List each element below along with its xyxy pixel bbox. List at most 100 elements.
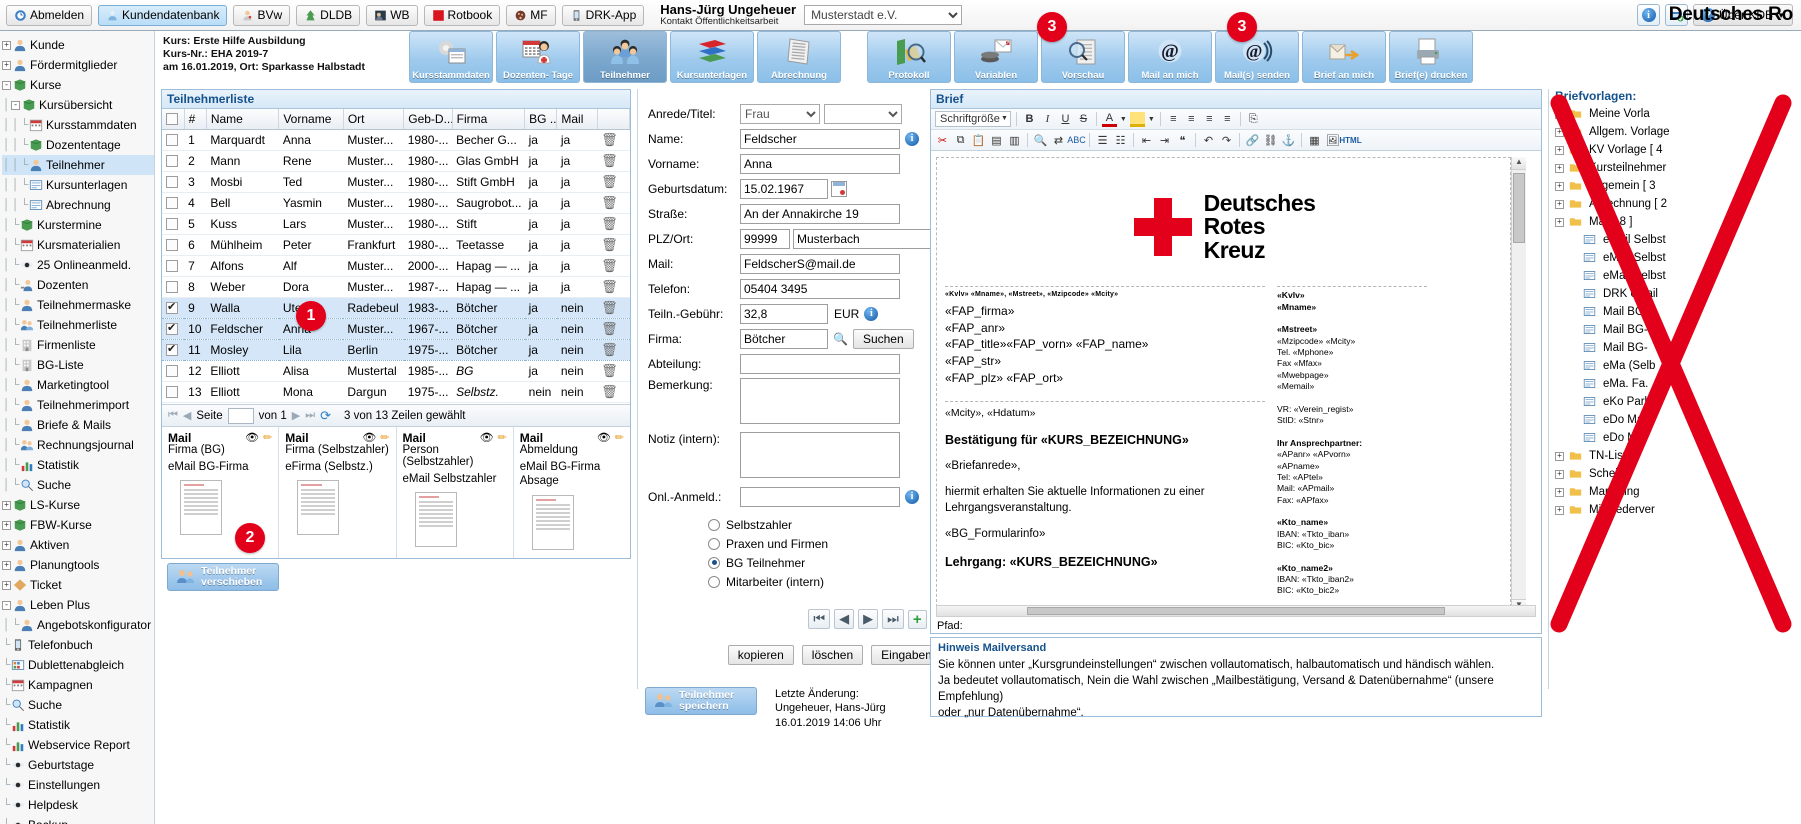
copy-button[interactable]: kopieren — [727, 645, 794, 665]
ribbon-button-variablen[interactable]: Variablen — [954, 31, 1038, 83]
title-select[interactable] — [824, 103, 902, 124]
indent-increase-icon[interactable]: ⇥ — [1157, 133, 1172, 148]
row-delete[interactable]: 🗑 — [597, 192, 630, 214]
ribbon-button-kursunterlagen[interactable]: Kursunterlagen — [670, 31, 754, 83]
table-icon[interactable]: ▦ — [1307, 133, 1322, 148]
sidebar-item-kursunterlagen[interactable]: │ │ └ Kursunterlagen — [2, 175, 154, 195]
sidebar-item-kursübersicht[interactable]: │ - Kursübersicht — [2, 95, 154, 115]
sidebar-item-fördermitglieder[interactable]: + Fördermitglieder — [2, 55, 154, 75]
preview-eye-icon[interactable]: 👁 — [597, 431, 611, 444]
delete-row-icon[interactable]: 🗑 — [601, 321, 618, 336]
zip-input[interactable] — [740, 228, 790, 249]
table-row[interactable]: 11MosleyLilaBerlin1975-...Bötcherjanein🗑 — [162, 339, 630, 361]
sidebar-item-kampagnen[interactable]: └ Kampagnen — [2, 675, 154, 695]
row-checkbox[interactable] — [166, 133, 178, 146]
info-icon[interactable]: i — [905, 131, 919, 146]
app-tab-dldb[interactable]: DLDB — [296, 4, 361, 26]
sidebar-item-dublettenabgleich[interactable]: └ Dublettenabgleich — [2, 655, 154, 675]
ribbon-button-brief-an-mich[interactable]: Brief an mich — [1302, 31, 1386, 83]
expand-icon[interactable]: + — [1555, 181, 1564, 191]
delete-row-icon[interactable]: 🗑 — [601, 153, 618, 168]
template-item-21[interactable]: + Marketing — [1555, 483, 1798, 501]
delete-row-icon[interactable]: 🗑 — [601, 363, 618, 378]
participants-body[interactable]: 1 Marquardt Anna Muster... 1980-... Becher G.… — [162, 129, 630, 403]
template-item-9[interactable]: eMail Selbst — [1555, 267, 1798, 285]
info-button[interactable]: i — [1637, 4, 1661, 26]
table-row[interactable]: 4 Bell Yasmin Muster... 1980-... Saugrobot...… — [162, 192, 630, 214]
radio-button[interactable] — [708, 518, 720, 531]
table-row[interactable]: 1 Marquardt Anna Muster... 1980-... Becher G.… — [162, 129, 630, 151]
row-checkbox[interactable] — [166, 259, 178, 272]
align-center-icon[interactable]: ≡ — [1184, 112, 1199, 127]
row-delete[interactable]: 🗑 — [597, 129, 630, 151]
ribbon-button-kursstammdaten[interactable]: Kursstammdaten — [409, 31, 493, 83]
sidebar-item-kurse[interactable]: - Kurse — [2, 75, 154, 95]
row-checkbox[interactable] — [166, 364, 178, 377]
first-page-icon[interactable]: ⏮ — [168, 409, 178, 422]
ribbon-button-protokoll[interactable]: Protokoll — [867, 31, 951, 83]
sidebar-item-statistik[interactable]: └ Statistik — [2, 715, 154, 735]
row-checkbox[interactable] — [166, 217, 178, 230]
table-row[interactable]: 10FeldscherAnnaMuster...1967-...Bötcherj… — [162, 318, 630, 340]
move-participant-button[interactable]: Teilnehmer verschieben — [167, 563, 279, 591]
expand-icon[interactable]: + — [2, 40, 11, 50]
expand-icon[interactable]: + — [2, 60, 11, 70]
template-item-2[interactable]: + KV Vorlage [ 4 — [1555, 141, 1798, 159]
collapse-icon[interactable]: - — [2, 80, 11, 90]
template-item-5[interactable]: + Abrechnung [ 2 — [1555, 195, 1798, 213]
preview-eye-icon[interactable]: 👁 — [245, 431, 259, 444]
mail-card-thumbnail[interactable] — [531, 494, 574, 550]
page-break-icon[interactable]: ⎘ — [1246, 112, 1261, 127]
ribbon-button-teilnehmer[interactable]: Teilnehmer — [583, 31, 667, 83]
mail-card-1[interactable]: Mail 👁 ✏ Firma (Selbstzahler) eFirma (Selbst… — [279, 427, 397, 558]
table-row[interactable]: 5 Kuss Lars Muster... 1980-... Stift ja ja 🗑 — [162, 213, 630, 235]
paste-text-icon[interactable]: ▥ — [1007, 133, 1022, 148]
notiz-intern-textarea[interactable] — [740, 432, 900, 478]
company-input[interactable] — [740, 328, 828, 349]
row-checkbox-cell[interactable] — [162, 192, 185, 214]
row-checkbox[interactable] — [166, 342, 178, 356]
nav-last-icon[interactable]: ⏭ — [882, 609, 904, 629]
select-all-checkbox[interactable] — [166, 112, 178, 125]
template-item-18[interactable]: eDo Mai — [1555, 429, 1798, 447]
last-page-icon[interactable]: ⏭ — [305, 409, 315, 422]
template-item-7[interactable]: eMail Selbst — [1555, 231, 1798, 249]
delete-row-icon[interactable]: 🗑 — [601, 237, 618, 252]
delete-row-icon[interactable]: 🗑 — [601, 342, 618, 357]
html-source-icon[interactable]: HTML — [1339, 133, 1361, 148]
replace-icon[interactable]: ⇄ — [1051, 133, 1066, 148]
row-checkbox[interactable] — [166, 280, 178, 293]
delete-row-icon[interactable]: 🗑 — [601, 132, 618, 147]
template-item-1[interactable]: + Allgem. Vorlage — [1555, 123, 1798, 141]
table-row[interactable]: 2 Mann Rene Muster... 1980-... Glas GmbH ja ja 🗑 — [162, 150, 630, 172]
template-item-4[interactable]: + Allgemein [ 3 — [1555, 177, 1798, 195]
mail-template-cards[interactable]: Mail 👁 ✏ Firma (BG) eMail BG-Firma Mail 👁 ✏ Firm… — [162, 426, 630, 558]
letter-vertical-scrollbar[interactable]: ▲ ▼ — [1511, 157, 1526, 612]
app-tab-wb[interactable]: WB — [366, 4, 418, 26]
row-checkbox[interactable] — [166, 196, 178, 209]
row-delete[interactable]: 🗑 — [597, 276, 630, 298]
cut-icon[interactable]: ✂ — [935, 133, 950, 148]
radio-button[interactable] — [708, 556, 720, 569]
sidebar-item-ticket[interactable]: + Ticket — [2, 575, 154, 595]
sidebar-item-planungtools[interactable]: + Planungtools — [2, 555, 154, 575]
delete-row-icon[interactable]: 🗑 — [601, 258, 618, 273]
bold-icon[interactable]: B — [1022, 112, 1037, 127]
delete-row-icon[interactable]: 🗑 — [601, 216, 618, 231]
expand-icon[interactable]: + — [1555, 163, 1564, 173]
row-delete[interactable]: 🗑 — [597, 339, 630, 361]
delete-button[interactable]: löschen — [801, 645, 864, 665]
participants-pager[interactable]: ⏮ ◀ Seite von 1 ▶ ⏭ ⟳ 3 von 13 Zeilen ge… — [162, 404, 630, 426]
template-item-17[interactable]: eDo Mai — [1555, 411, 1798, 429]
mail-card-thumbnail[interactable] — [414, 492, 457, 548]
row-checkbox-cell[interactable] — [162, 213, 185, 235]
spellcheck-icon[interactable]: ABC — [1067, 133, 1086, 148]
template-item-8[interactable]: eMail Selbst — [1555, 249, 1798, 267]
row-checkbox-cell[interactable] — [162, 381, 185, 403]
row-checkbox-cell[interactable] — [162, 276, 185, 298]
sidebar-item-fbw-kurse[interactable]: + FBW-Kurse — [2, 515, 154, 535]
row-checkbox-cell[interactable] — [162, 255, 185, 277]
row-checkbox-cell[interactable] — [162, 129, 185, 151]
table-row[interactable]: 7 Alfons Alf Muster... 2000-... Hapag — ... ja… — [162, 255, 630, 277]
table-row[interactable]: 6 Mühlheim Peter Frankfurt 1980-... Teetasse j… — [162, 234, 630, 256]
